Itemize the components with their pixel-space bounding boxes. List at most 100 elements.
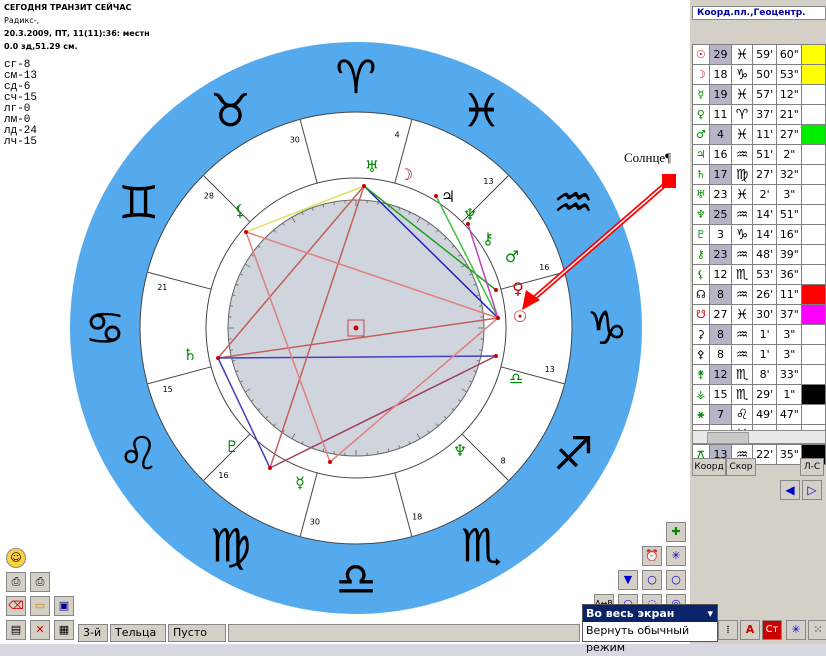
color-swatch[interactable]: [802, 65, 826, 85]
dots-icon[interactable]: ⁞: [718, 620, 738, 640]
planet-glyph: ♂: [505, 247, 519, 266]
text-a-icon[interactable]: A: [740, 620, 760, 640]
table-row[interactable]: ♃16♒51'2": [693, 145, 826, 165]
minutes-cell: 8': [752, 365, 777, 385]
degree-tick: [334, 451, 335, 454]
mute-icon[interactable]: ✕: [30, 620, 50, 640]
degree-cell: 7: [709, 405, 732, 425]
search-icon[interactable]: ○: [642, 570, 662, 590]
seconds-cell: 36": [777, 265, 802, 285]
status-empty: Пусто: [168, 624, 226, 642]
chart-canvas[interactable]: ♓♒♑♐♏♎♍♌♋♊♉♈4131613818301615212830♅☽♃♆⚷♂…: [0, 0, 690, 644]
color-swatch[interactable]: [802, 265, 826, 285]
color-swatch[interactable]: [802, 325, 826, 345]
planet-table[interactable]: ☉29♓59'60"☽18♑50'53"☿19♓57'12"♀11♈37'21"…: [692, 44, 826, 465]
natal-chart-wheel[interactable]: ♓♒♑♐♏♎♍♌♋♊♉♈4131613818301615212830♅☽♃♆⚷♂…: [0, 0, 690, 644]
page-icon[interactable]: ▤: [6, 620, 26, 640]
planet-glyph: ⚹: [693, 405, 710, 425]
print-icon[interactable]: ⎙: [6, 572, 26, 592]
color-swatch[interactable]: [802, 225, 826, 245]
planet-coordinates-panel: Коорд.пл.,Геоцентр. ☉29♓59'60"☽18♑50'53"…: [690, 0, 826, 644]
tab-coords[interactable]: Коорд: [692, 458, 726, 476]
color-swatch[interactable]: [802, 165, 826, 185]
smiley-icon[interactable]: ☺: [6, 548, 26, 568]
add-icon[interactable]: ✚: [666, 522, 686, 542]
minutes-cell: 1': [752, 325, 777, 345]
table-row[interactable]: ♀11♈37'21": [693, 105, 826, 125]
minutes-cell: 27': [752, 165, 777, 185]
seconds-cell: 53": [777, 65, 802, 85]
planet-glyph: ♆: [693, 205, 710, 225]
color-swatch[interactable]: [802, 205, 826, 225]
table-row[interactable]: ☉29♓59'60": [693, 45, 826, 65]
sign-glyph: ♒: [732, 205, 753, 225]
color-swatch[interactable]: [802, 345, 826, 365]
planet-point: [496, 316, 500, 320]
print-preview-icon[interactable]: ⎙: [30, 572, 50, 592]
table-row[interactable]: ⚴8♒1'3": [693, 345, 826, 365]
color-swatch[interactable]: [802, 85, 826, 105]
table-row[interactable]: ♅23♓2'3": [693, 185, 826, 205]
table-row[interactable]: ♄17♍27'32": [693, 165, 826, 185]
table-row[interactable]: ⚷23♒48'39": [693, 245, 826, 265]
next-arrow-icon[interactable]: ▷: [802, 480, 822, 500]
table-row[interactable]: ⚸12♏53'36": [693, 265, 826, 285]
star-burst-icon[interactable]: ✳: [666, 546, 686, 566]
tab-ls[interactable]: Л-С: [800, 458, 824, 476]
alarm-clock-icon[interactable]: ⏰: [642, 546, 662, 566]
degree-tick: [479, 306, 482, 307]
color-swatch[interactable]: [802, 125, 826, 145]
horizontal-scrollbar[interactable]: [692, 430, 826, 444]
seconds-cell: 35": [777, 445, 802, 465]
table-row[interactable]: ⚳8♒1'3": [693, 325, 826, 345]
color-swatch[interactable]: [802, 365, 826, 385]
color-swatch[interactable]: [802, 285, 826, 305]
color-swatch[interactable]: [802, 385, 826, 405]
color-swatch[interactable]: [802, 45, 826, 65]
table-row[interactable]: ⚹7♌49'47": [693, 405, 826, 425]
planet-glyph: ⚷: [693, 245, 710, 265]
color-swatch[interactable]: [802, 245, 826, 265]
sign-glyph: ♓: [732, 185, 753, 205]
triangle-down-icon[interactable]: ▼: [618, 570, 638, 590]
color-swatch[interactable]: [802, 145, 826, 165]
seconds-cell: 12": [777, 85, 802, 105]
table-row[interactable]: ⚵12♏8'33": [693, 365, 826, 385]
color-swatch[interactable]: [802, 405, 826, 425]
table-row[interactable]: ♆25♒14'51": [693, 205, 826, 225]
dice-icon[interactable]: ⁙: [808, 620, 826, 640]
table-row[interactable]: ☿19♓57'12": [693, 85, 826, 105]
chart-coords: 0.0 зд,51.29 см.: [4, 42, 78, 51]
zoom-icon[interactable]: ○: [666, 570, 686, 590]
seconds-cell: 27": [777, 125, 802, 145]
degree-cell: 27: [709, 305, 732, 325]
status-sign: Тельца: [110, 624, 166, 642]
restore-normal-option[interactable]: Вернуть обычный режим: [583, 622, 717, 639]
asterisk-icon[interactable]: ✳: [786, 620, 806, 640]
planet-glyph: ♇: [693, 225, 710, 245]
view-mode-dropdown[interactable]: Во весь экран▾ Вернуть обычный режим: [582, 604, 718, 642]
sign-glyph: ♈: [732, 105, 753, 125]
color-swatch[interactable]: [802, 185, 826, 205]
text-st-icon[interactable]: Ст: [762, 620, 782, 640]
save-icon[interactable]: ▣: [54, 596, 74, 616]
table-row[interactable]: ☋27♓30'37": [693, 305, 826, 325]
house-number-label: 16: [218, 471, 228, 480]
tab-speed[interactable]: Скор: [726, 458, 756, 476]
color-swatch[interactable]: [802, 105, 826, 125]
seconds-cell: 3": [777, 325, 802, 345]
table-row[interactable]: ⚶15♏29'1": [693, 385, 826, 405]
prev-arrow-button[interactable]: ◀: [780, 480, 800, 500]
open-folder-icon[interactable]: ▭: [30, 596, 50, 616]
layers-icon[interactable]: ▦: [54, 620, 74, 640]
table-row[interactable]: ♂4♓11'27": [693, 125, 826, 145]
degree-tick: [230, 306, 233, 307]
eraser-icon[interactable]: ⌫: [6, 596, 26, 616]
view-mode-selected[interactable]: Во весь экран▾: [583, 605, 717, 622]
scrollbar-thumb[interactable]: [707, 432, 749, 444]
color-swatch[interactable]: [802, 305, 826, 325]
table-row[interactable]: ☊8♒26'11": [693, 285, 826, 305]
seconds-cell: 60": [777, 45, 802, 65]
table-row[interactable]: ♇3♑14'16": [693, 225, 826, 245]
table-row[interactable]: ☽18♑50'53": [693, 65, 826, 85]
